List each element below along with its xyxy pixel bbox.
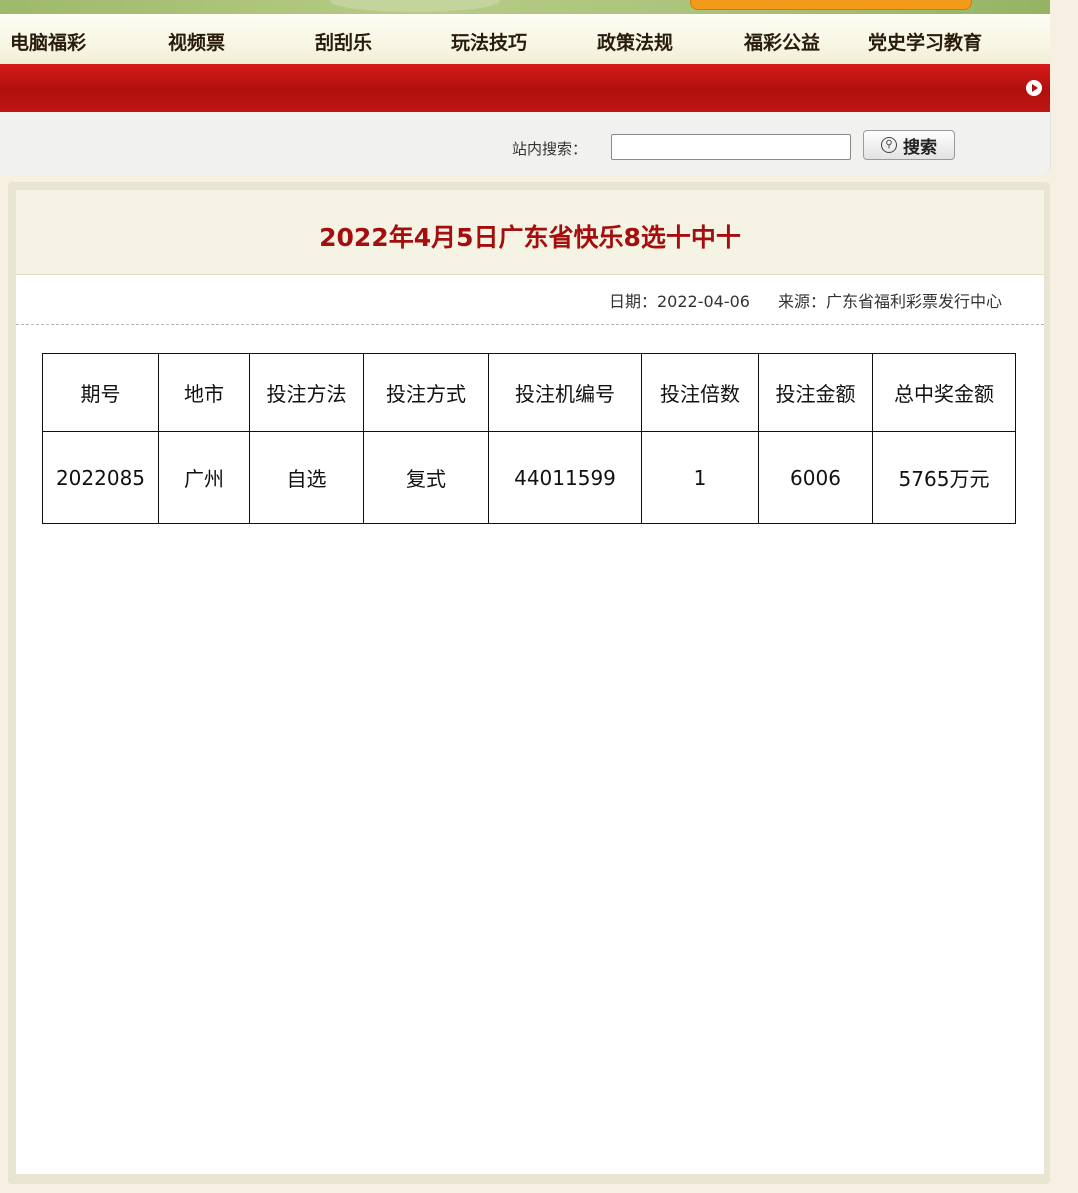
search-button[interactable]: ⚲ 搜索 (863, 130, 955, 160)
header-banner-strip (0, 0, 1050, 14)
column-header: 投注方法 (249, 353, 364, 432)
nav-item-policy[interactable]: 政策法规 (597, 28, 673, 55)
search-bar: 站内搜索： ⚲ 搜索 (0, 112, 1051, 176)
search-input[interactable] (611, 134, 851, 160)
nav-item-charity[interactable]: 福彩公益 (744, 28, 820, 55)
cell-total-prize: 5765万元 (872, 431, 1016, 524)
article-source: 广东省福利彩票发行中心 (825, 292, 1002, 311)
article-date: 2022-04-06 (656, 292, 750, 311)
search-button-label: 搜索 (903, 137, 937, 158)
cell-issue-number: 2022085 (42, 431, 159, 524)
prize-table: 期号 地市 投注方法 投注方式 投注机编号 投注倍数 投注金额 总中奖金额 20… (42, 353, 1016, 524)
divider (16, 324, 1044, 325)
play-arrow-icon[interactable] (1026, 80, 1042, 96)
banner-badge (690, 0, 972, 10)
column-header: 地市 (158, 353, 250, 432)
search-label: 站内搜索： (512, 140, 588, 158)
cell-bet-method: 自选 (249, 431, 364, 524)
nav-item-computer-lottery[interactable]: 电脑福彩 (10, 28, 86, 55)
column-header: 投注倍数 (641, 353, 759, 432)
cell-multiplier: 1 (641, 431, 759, 524)
table-row: 2022085 广州 自选 复式 44011599 1 6006 5765万元 (42, 431, 1016, 524)
nav-item-play-tips[interactable]: 玩法技巧 (451, 28, 527, 55)
content-frame: 2022年4月5日广东省快乐8选十中十 日期：2022-04-06 来源：广东省福… (8, 182, 1050, 1184)
column-header: 总中奖金额 (872, 353, 1016, 432)
article-meta: 日期：2022-04-06 来源：广东省福利彩票发行中心 (609, 288, 1002, 312)
date-label: 日期： (608, 292, 657, 311)
banner-decoration (330, 0, 500, 12)
article-title-area: 2022年4月5日广东省快乐8选十中十 (16, 190, 1044, 275)
cell-bet-amount: 6006 (758, 431, 873, 524)
cell-terminal-id: 44011599 (488, 431, 642, 524)
table-header-row: 期号 地市 投注方法 投注方式 投注机编号 投注倍数 投注金额 总中奖金额 (42, 353, 1016, 432)
column-header: 投注金额 (758, 353, 873, 432)
article-title: 2022年4月5日广东省快乐8选十中十 (319, 223, 741, 252)
article-panel: 2022年4月5日广东省快乐8选十中十 日期：2022-04-06 来源：广东省福… (16, 190, 1044, 1174)
search-icon: ⚲ (881, 137, 897, 153)
column-header: 期号 (42, 353, 159, 432)
nav-item-scratch-card[interactable]: 刮刮乐 (315, 28, 372, 55)
column-header: 投注机编号 (488, 353, 642, 432)
nav-item-party-history[interactable]: 党史学习教育 (868, 28, 982, 55)
source-label: 来源： (777, 292, 826, 311)
column-header: 投注方式 (363, 353, 489, 432)
page: 电脑福彩 视频票 刮刮乐 玩法技巧 政策法规 福彩公益 党史学习教育 站内搜索：… (0, 0, 1078, 1193)
main-nav: 电脑福彩 视频票 刮刮乐 玩法技巧 政策法规 福彩公益 党史学习教育 (0, 14, 1050, 65)
nav-item-video-ticket[interactable]: 视频票 (168, 28, 225, 55)
cell-bet-type: 复式 (363, 431, 489, 524)
red-ticker-bar (0, 64, 1050, 112)
cell-city: 广州 (158, 431, 250, 524)
